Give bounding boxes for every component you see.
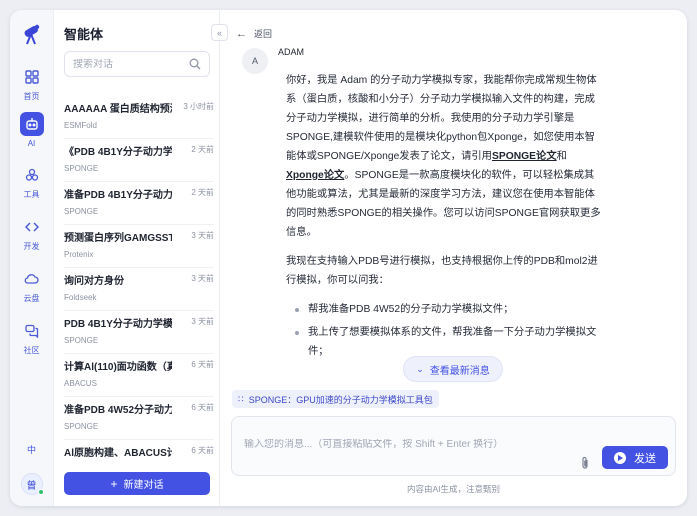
conversation-agent: SPONGE — [64, 336, 99, 345]
conversation-title: 预测蛋白序列GAMGSSTS... — [64, 233, 172, 244]
conversation-time: 6 天前 — [191, 446, 214, 455]
bot-message: 你好，我是 Adam 的分子动力学模拟专家，我能帮你完成常规生物体系（蛋白质，核… — [286, 71, 604, 365]
conversation-agent: SPONGE — [64, 422, 99, 431]
conversation-panel: 智能体 « AAAAAA 蛋白质结构预测 3 小时前 ESMFold 《PDB … — [54, 10, 228, 506]
conversation-time: 3 天前 — [191, 231, 214, 240]
tool-chip-label: SPONGE：GPU加速的分子动力学模拟工具包 — [248, 394, 433, 405]
rail-item-ai[interactable]: AI — [15, 112, 49, 148]
conversation-title: PDB 4B1Y分子动力学模拟... — [64, 319, 172, 330]
rail-item-dev[interactable]: 开发 — [15, 216, 49, 252]
arrow-left-icon: ← — [236, 27, 247, 40]
rail-item-cloud[interactable]: 云盘 — [15, 268, 49, 304]
code-icon — [21, 216, 43, 238]
send-button[interactable]: 发送 — [602, 446, 668, 469]
conversation-time: 3 小时前 — [183, 102, 214, 111]
conversation-time: 2 天前 — [191, 188, 214, 197]
chat-area: ← 返回 A ADAM 你好，我是 Adam 的分子动力学模拟专家，我能帮你完成… — [220, 10, 687, 506]
rail-label: 工具 — [23, 190, 40, 199]
list-item[interactable]: AAAAAA 蛋白质结构预测 3 小时前 ESMFold — [64, 96, 214, 139]
message-text: 你好，我是 Adam 的分子动力学模拟专家，我能帮你完成常规生物体系（蛋白质，核… — [286, 75, 597, 162]
conversation-time: 2 天前 — [191, 145, 214, 154]
conversation-agent: ABACUS — [64, 379, 97, 388]
rail-item-tools[interactable]: 工具 — [15, 164, 49, 200]
paperclip-icon[interactable] — [579, 456, 591, 470]
new-conversation-button[interactable]: + 新建对话 — [64, 472, 210, 495]
tool-chip[interactable]: ∷ SPONGE：GPU加速的分子动力学模拟工具包 — [232, 390, 439, 408]
conversation-agent: SPONGE — [64, 164, 99, 173]
message-text: 和 — [556, 151, 567, 162]
message-composer[interactable]: 发送 — [231, 416, 676, 476]
suggestion-item: 帮我准备PDB 4W52的分子动力学模拟文件； — [286, 300, 604, 319]
conversation-title: 《PDB 4B1Y分子动力学模... — [64, 147, 172, 158]
conversation-title: 询问对方身份 — [64, 276, 124, 287]
conversation-title: AAAAAA 蛋白质结构预测 — [64, 104, 172, 115]
cloud-icon — [21, 268, 43, 290]
tools-icon — [21, 164, 43, 186]
rail-item-home[interactable]: 首页 — [15, 66, 49, 102]
rail-label: 开发 — [23, 242, 40, 251]
search-box[interactable] — [64, 51, 210, 77]
message-input[interactable] — [244, 439, 574, 450]
sponge-paper-link[interactable]: SPONGE论文 — [492, 151, 557, 162]
back-button[interactable]: ← 返回 — [236, 27, 272, 40]
collapse-panel-button[interactable]: « — [211, 24, 228, 41]
conversation-agent: Foldseek — [64, 293, 97, 302]
send-label: 发送 — [634, 452, 656, 465]
conversation-title: 准备PDB 4W52分子动力... — [64, 405, 172, 416]
suggestion-list: 帮我准备PDB 4W52的分子动力学模拟文件； 我上传了想要模拟体系的文件，帮我… — [286, 300, 604, 361]
bot-avatar: A — [242, 48, 268, 74]
conversation-title: 准备PDB 4B1Y分子动力学... — [64, 190, 172, 201]
chevron-down-icon: ⌄ — [416, 363, 424, 374]
conversation-list: AAAAAA 蛋白质结构预测 3 小时前 ESMFold 《PDB 4B1Y分子… — [64, 96, 214, 483]
bot-name: ADAM — [278, 47, 305, 57]
send-play-icon — [614, 451, 626, 464]
xponge-paper-link[interactable]: Xponge论文 — [286, 170, 344, 181]
rail-label: 首页 — [23, 92, 40, 101]
new-conversation-label: 新建对话 — [123, 480, 164, 491]
robot-icon — [19, 112, 44, 136]
conversation-time: 3 天前 — [191, 274, 214, 283]
conversation-time: 6 天前 — [191, 403, 214, 412]
message-paragraph: 你好，我是 Adam 的分子动力学模拟专家，我能帮你完成常规生物体系（蛋白质，核… — [286, 71, 604, 242]
rail-label: 云盘 — [23, 294, 40, 303]
search-icon[interactable] — [189, 58, 201, 70]
list-item[interactable]: 准备PDB 4W52分子动力... 6 天前 SPONGE — [64, 397, 214, 440]
conversation-agent: ESMFold — [64, 121, 97, 130]
rail-label: AI — [27, 139, 36, 148]
back-label: 返回 — [254, 29, 273, 39]
list-item[interactable]: PDB 4B1Y分子动力学模拟... 3 天前 SPONGE — [64, 311, 214, 354]
home-grid-icon — [21, 66, 43, 88]
view-latest-label: 查看最新消息 — [429, 365, 490, 377]
list-item[interactable]: 询问对方身份 3 天前 Foldseek — [64, 268, 214, 311]
list-item[interactable]: 《PDB 4B1Y分子动力学模... 2 天前 SPONGE — [64, 139, 214, 182]
nav-rail: 首页 AI 工具 开发 云盘 社区 中 曾 — [10, 10, 54, 506]
user-avatar-wrap[interactable]: 曾 — [20, 473, 44, 495]
search-input[interactable] — [73, 58, 183, 70]
app-window: 首页 AI 工具 开发 云盘 社区 中 曾 智能体 « 搜索对话 AAAAAA … — [10, 10, 687, 506]
conversation-title: 计算Al(110)面功函数（真... — [64, 362, 172, 373]
message-paragraph: 我现在支持输入PDB号进行模拟，也支持根据你上传的PDB和mol2进行模拟，你可… — [286, 256, 598, 286]
conversation-time: 6 天前 — [191, 360, 214, 369]
list-item[interactable]: 预测蛋白序列GAMGSSTS... 3 天前 Protenix — [64, 225, 214, 268]
double-chevron-left-icon: « — [216, 27, 222, 38]
conversation-agent: SPONGE — [64, 207, 99, 216]
plus-icon: + — [110, 476, 118, 491]
rail-item-community[interactable]: 社区 — [15, 320, 49, 356]
ai-disclaimer: 内容由AI生成，注意甄别 — [406, 484, 501, 494]
telescope-logo-icon[interactable] — [20, 22, 44, 46]
list-item[interactable]: 计算Al(110)面功函数（真... 6 天前 ABACUS — [64, 354, 214, 397]
conversation-time: 3 天前 — [191, 317, 214, 326]
language-toggle[interactable]: 中 — [27, 443, 36, 456]
rail-label: 社区 — [23, 346, 40, 355]
panel-title: 智能体 — [64, 27, 104, 42]
online-status-dot — [37, 489, 44, 495]
conversation-title: Al原胞构建、ABACUS计... — [64, 448, 172, 459]
conversation-agent: Protenix — [64, 250, 94, 259]
tool-grid-icon: ∷ — [238, 393, 244, 404]
view-latest-button[interactable]: ⌄ 查看最新消息 — [403, 356, 503, 382]
list-item[interactable]: 准备PDB 4B1Y分子动力学... 2 天前 SPONGE — [64, 182, 214, 225]
chat-icon — [21, 320, 43, 342]
